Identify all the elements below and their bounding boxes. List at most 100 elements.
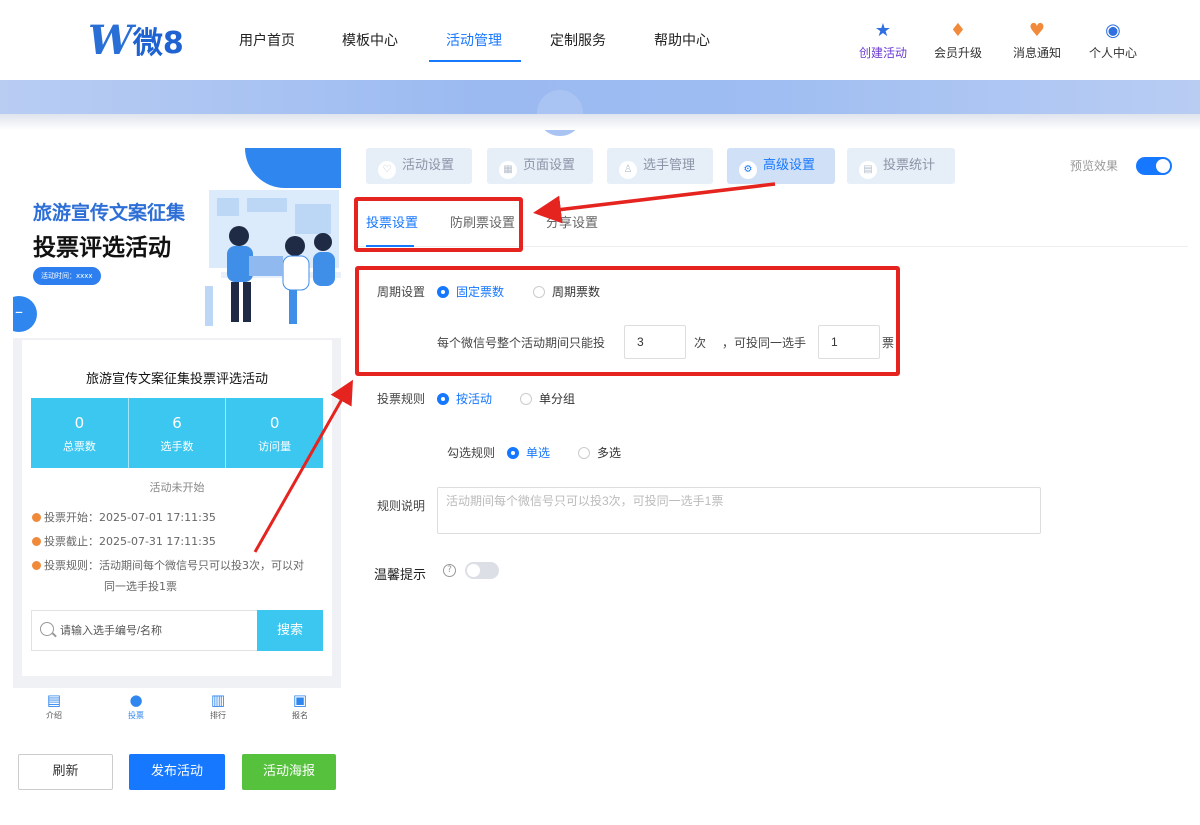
step-page-settings[interactable]: ▦ 页面设置 xyxy=(487,148,593,184)
logo-letter: W xyxy=(88,16,133,64)
nav-item-help[interactable]: 帮助中心 xyxy=(654,30,710,50)
activity-title: 旅游宣传文案征集投票评选活动 xyxy=(85,372,268,387)
radio-single-select[interactable]: 单选 xyxy=(507,444,550,461)
logo-text: 微8 xyxy=(132,26,184,61)
create-activity-label: 创建活动 xyxy=(858,46,907,60)
preview-toggle[interactable] xyxy=(1136,157,1172,175)
poster-title-line2: 投票评选活动 xyxy=(33,235,171,261)
vote-rule-text-line1: 投票规则：活动期间每个微信号只可以投3次，可以对 xyxy=(44,559,304,572)
app-root: W 微8 用户首页 模板中心 活动管理 定制服务 帮助中心 ★ 创建活动 ♦ 会… xyxy=(0,0,1200,825)
people-meeting-illustration xyxy=(205,190,341,326)
radio-label: 多选 xyxy=(597,446,622,460)
notifications-button[interactable]: ♥ 消息通知 xyxy=(1007,20,1067,61)
step-label: 高级设置 xyxy=(763,158,816,173)
vote-start-info: 投票开始：2025-07-01 17:11:35 xyxy=(32,508,216,528)
bullet-icon xyxy=(32,561,41,570)
nav-item-activity-management[interactable]: 活动管理 xyxy=(446,30,502,50)
stat-label: 访问量 xyxy=(258,440,292,453)
stat-label: 总票数 xyxy=(62,440,96,453)
stat-value: 0 xyxy=(74,414,85,432)
refresh-button[interactable]: 刷新 xyxy=(18,754,113,790)
tab-vote[interactable]: ● 投票 xyxy=(95,688,177,728)
step-contestant-management[interactable]: ♙ 选手管理 xyxy=(607,148,713,184)
banner-shadow xyxy=(0,114,1200,130)
heart-icon: ♡ xyxy=(378,161,396,179)
question-mark-icon[interactable]: ? xyxy=(443,564,456,577)
radio-dot-icon xyxy=(520,393,532,405)
radio-multi-select[interactable]: 多选 xyxy=(578,444,621,461)
step-label: 活动设置 xyxy=(402,158,455,173)
activity-poster-button[interactable]: 活动海报 xyxy=(242,754,336,790)
tab-intro-label: 介绍 xyxy=(46,711,62,720)
personal-center-button[interactable]: ◉ 个人中心 xyxy=(1083,20,1143,61)
radio-label: 单分组 xyxy=(539,392,576,406)
stat-visits: 0 访问量 xyxy=(225,398,323,468)
rule-description-label: 规则说明 xyxy=(377,499,426,513)
rule-description-textarea[interactable] xyxy=(437,487,1041,534)
radio-label: 单选 xyxy=(526,446,551,460)
person-icon: ♙ xyxy=(619,161,637,179)
banner-strip xyxy=(0,80,1200,136)
nav-active-underline xyxy=(429,60,521,62)
bar-chart-icon: ▥ xyxy=(210,691,226,709)
publish-activity-button[interactable]: 发布活动 xyxy=(129,754,225,790)
contestant-search: 搜索 xyxy=(31,610,323,651)
step-advanced-settings[interactable]: ⚙ 高级设置 xyxy=(727,148,835,184)
tab-signup[interactable]: ▣ 报名 xyxy=(259,688,341,728)
member-upgrade-button[interactable]: ♦ 会员升级 xyxy=(928,20,988,61)
radio-by-activity[interactable]: 按活动 xyxy=(437,390,492,407)
create-activity-button[interactable]: ★ 创建活动 xyxy=(853,20,913,61)
diamond-badge-icon: ♦ xyxy=(949,20,967,41)
top-nav: W 微8 用户首页 模板中心 活动管理 定制服务 帮助中心 ★ 创建活动 ♦ 会… xyxy=(0,0,1200,80)
member-upgrade-label: 会员升级 xyxy=(933,46,982,60)
stats-icon: ▤ xyxy=(859,161,877,179)
mobile-preview: 旅游宣传文案征集 投票评选活动 活动时间：xxxx – 旅游宣传文案征集投票评选… xyxy=(13,148,341,688)
logo[interactable]: W 微8 xyxy=(88,17,184,64)
vote-rule-label: 投票规则 xyxy=(377,392,426,406)
preview-toggle-label: 预览效果 xyxy=(1070,159,1119,173)
nav-item-custom-service[interactable]: 定制服务 xyxy=(550,30,606,50)
personal-center-label: 个人中心 xyxy=(1088,46,1137,60)
nav-item-templates[interactable]: 模板中心 xyxy=(342,30,398,50)
step-vote-statistics[interactable]: ▤ 投票统计 xyxy=(847,148,955,184)
step-label: 页面设置 xyxy=(523,158,576,173)
radio-single-group[interactable]: 单分组 xyxy=(520,390,575,407)
step-label: 投票统计 xyxy=(883,158,936,173)
vote-rule-info: 投票规则：活动期间每个微信号只可以投3次，可以对 xyxy=(32,556,304,576)
vote-end-text: 投票截止：2025-07-31 17:11:35 xyxy=(44,535,216,548)
step-activity-settings[interactable]: ♡ 活动设置 xyxy=(366,148,472,184)
search-button[interactable]: 搜索 xyxy=(257,610,323,651)
stat-value: 0 xyxy=(269,414,280,432)
vote-rule-continuation: 同一选手投1票 xyxy=(104,580,177,593)
radio-dot-icon xyxy=(437,393,449,405)
bullet-icon xyxy=(32,513,41,522)
tab-ranking-label: 排行 xyxy=(210,711,226,720)
heart-badge-icon: ♥ xyxy=(1028,20,1046,41)
warm-tip-toggle[interactable] xyxy=(465,562,499,579)
select-rule-label: 勾选规则 xyxy=(447,446,496,460)
vote-start-text: 投票开始：2025-07-01 17:11:35 xyxy=(44,511,216,524)
radio-dot-icon xyxy=(578,447,590,459)
tab-signup-label: 报名 xyxy=(292,711,308,720)
stat-total-votes: 0 总票数 xyxy=(31,398,128,468)
arrow-to-subtabs xyxy=(533,182,776,224)
id-card-icon: ▣ xyxy=(292,691,308,709)
annotation-box-subtabs xyxy=(354,197,523,252)
radio-dot-icon xyxy=(507,447,519,459)
person-icon: ● xyxy=(129,691,143,709)
search-icon xyxy=(40,622,54,636)
vote-end-info: 投票截止：2025-07-31 17:11:35 xyxy=(32,532,216,552)
subtab-share-settings[interactable]: 分享设置 xyxy=(546,212,598,231)
tab-ranking[interactable]: ▥ 排行 xyxy=(177,688,259,728)
notifications-label: 消息通知 xyxy=(1012,46,1061,60)
mobile-tab-bar: ▤ 介绍 ● 投票 ▥ 排行 ▣ 报名 xyxy=(13,688,341,728)
stats-panel: 0 总票数 6 选手数 0 访问量 xyxy=(31,398,323,468)
radio-label: 按活动 xyxy=(456,392,493,406)
document-icon: ▤ xyxy=(46,691,62,709)
tab-vote-label: 投票 xyxy=(128,711,144,720)
nav-item-home[interactable]: 用户首页 xyxy=(239,30,295,50)
contestant-search-input[interactable] xyxy=(60,621,250,641)
tab-intro[interactable]: ▤ 介绍 xyxy=(13,688,95,728)
stat-label: 选手数 xyxy=(160,440,194,453)
activity-info-card: 旅游宣传文案征集投票评选活动 0 总票数 6 选手数 0 访问量 活动未开始 投… xyxy=(22,340,332,676)
